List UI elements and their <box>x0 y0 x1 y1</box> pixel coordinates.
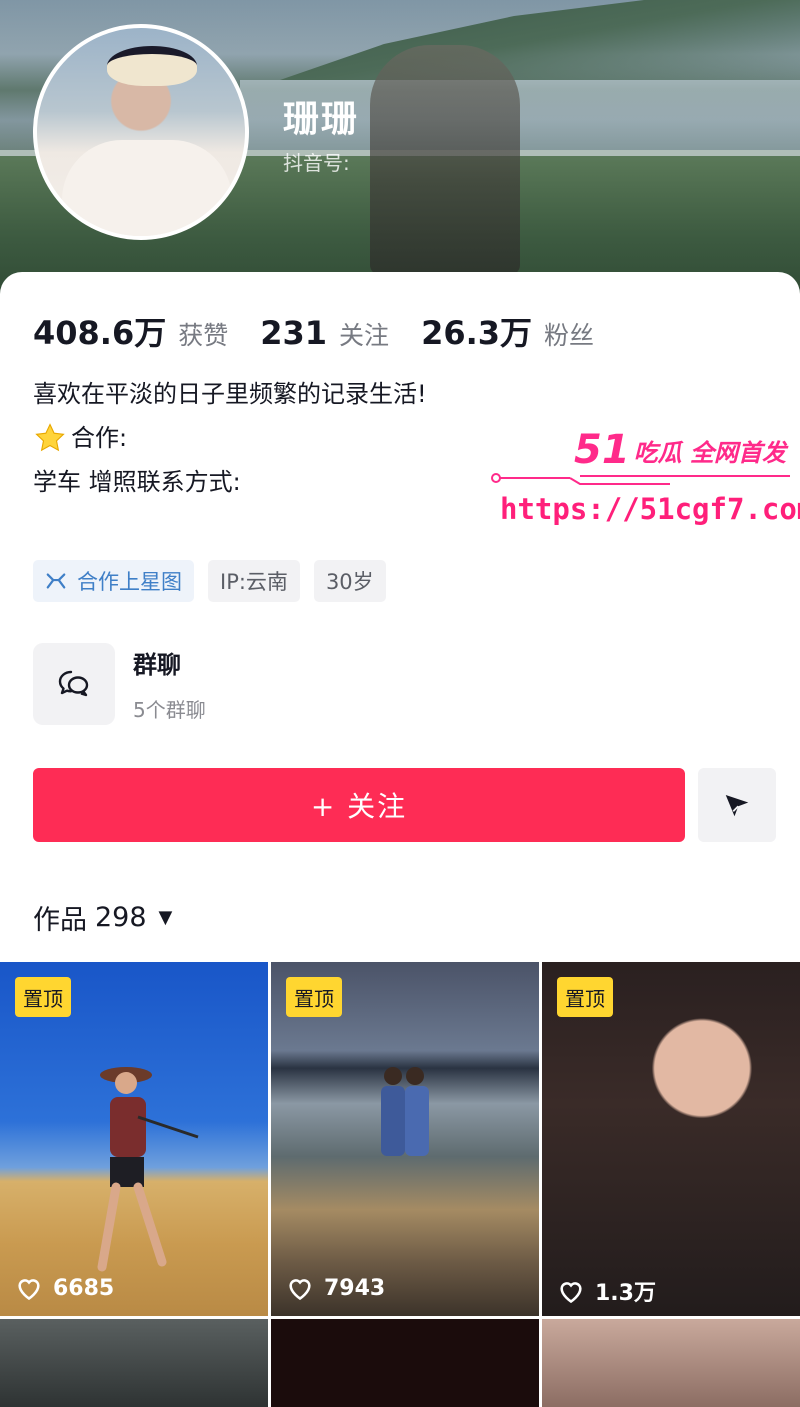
video-tile[interactable] <box>542 1319 800 1407</box>
follow-button[interactable]: + 关注 <box>33 768 685 842</box>
heart-icon <box>289 1279 311 1301</box>
followers-label[interactable]: 粉丝 <box>544 316 594 352</box>
works-tab[interactable]: 作品 298 ▼ <box>33 898 172 937</box>
heart-icon <box>560 1282 582 1304</box>
pinned-badge: 置顶 <box>557 977 613 1017</box>
watermark-brand-text: 吃瓜 全网首发 <box>633 439 787 467</box>
star-map-icon <box>46 573 66 589</box>
works-count: 298 <box>95 902 147 933</box>
star-emoji-icon <box>35 423 65 452</box>
ip-location-tag: IP:云南 <box>208 560 300 602</box>
cover-mountain <box>280 0 800 80</box>
profile-stats: 408.6万 获赞 231 关注 26.3万 粉丝 <box>33 308 626 354</box>
group-chat-count: 5个群聊 <box>133 698 206 722</box>
group-chat-entry[interactable]: 群聊 5个群聊 <box>33 643 206 725</box>
profile-nickname: 珊珊 <box>283 99 360 140</box>
likes-count[interactable]: 408.6万 <box>33 308 166 354</box>
avatar[interactable] <box>33 24 249 240</box>
bio-line-contact: 学车 增照联系方式: <box>33 468 241 496</box>
video-likes-count: 6685 <box>53 1275 115 1301</box>
video-likes-count: 7943 <box>324 1275 386 1301</box>
heart-icon <box>18 1279 40 1301</box>
douyin-id-label[interactable]: 抖音号: <box>283 147 350 176</box>
video-tile[interactable] <box>271 1319 539 1407</box>
video-tile[interactable]: 置顶 6685 <box>0 962 268 1316</box>
age-tag: 30岁 <box>313 560 386 602</box>
following-label[interactable]: 关注 <box>339 316 389 352</box>
video-thumbnail-figure <box>97 1067 199 1272</box>
star-map-tag[interactable]: 合作上星图 <box>33 560 194 602</box>
watermark-lines <box>491 473 790 485</box>
video-likes-count: 1.3万 <box>595 1281 656 1306</box>
bio-line: 喜欢在平淡的日子里频繁的记录生活! <box>33 380 427 408</box>
group-chat-icon-box <box>33 643 115 725</box>
profile-bio: 喜欢在平淡的日子里频繁的记录生活! 合作: 学车 增照联系方式: <box>33 372 427 504</box>
profile-info-card: 408.6万 获赞 231 关注 26.3万 粉丝 喜欢在平淡的日子里频繁的记录… <box>0 272 800 962</box>
video-likes: 7943 <box>286 1275 385 1301</box>
watermark-brand-number: 51 <box>574 427 630 473</box>
avatar-shirt <box>62 140 232 236</box>
followers-count[interactable]: 26.3万 <box>421 308 532 354</box>
bio-line-cooperation: 合作: <box>33 416 427 460</box>
watermark-url: https://51cgf7.com <box>500 492 800 526</box>
group-chat-title: 群聊 <box>133 651 181 679</box>
cover-people <box>370 45 520 275</box>
video-grid: 置顶 6685 置顶 7943 置顶 1.3万 <box>0 962 800 1407</box>
share-button[interactable] <box>698 768 776 842</box>
avatar-hat <box>107 46 197 86</box>
works-label: 作品 <box>33 905 87 936</box>
video-tile[interactable]: 置顶 7943 <box>271 962 539 1316</box>
following-count[interactable]: 231 <box>260 314 327 352</box>
send-arrow-icon <box>725 795 749 817</box>
video-likes: 1.3万 <box>557 1275 656 1307</box>
star-map-label: 合作上星图 <box>77 570 182 594</box>
profile-tags: 合作上星图 IP:云南 30岁 <box>33 560 400 602</box>
chat-bubbles-icon <box>58 670 89 697</box>
watermark: 51 吃瓜 全网首发 https://51cgf7.com <box>490 428 800 538</box>
caret-down-icon: ▼ <box>158 907 173 928</box>
likes-label[interactable]: 获赞 <box>178 316 228 352</box>
video-thumbnail-figure <box>381 1067 429 1156</box>
video-tile[interactable]: 置顶 1.3万 <box>542 962 800 1316</box>
video-likes: 6685 <box>15 1275 114 1301</box>
pinned-badge: 置顶 <box>15 977 71 1017</box>
video-tile[interactable] <box>0 1319 268 1407</box>
bio-cooperation-text: 合作: <box>71 424 128 452</box>
pinned-badge: 置顶 <box>286 977 342 1017</box>
